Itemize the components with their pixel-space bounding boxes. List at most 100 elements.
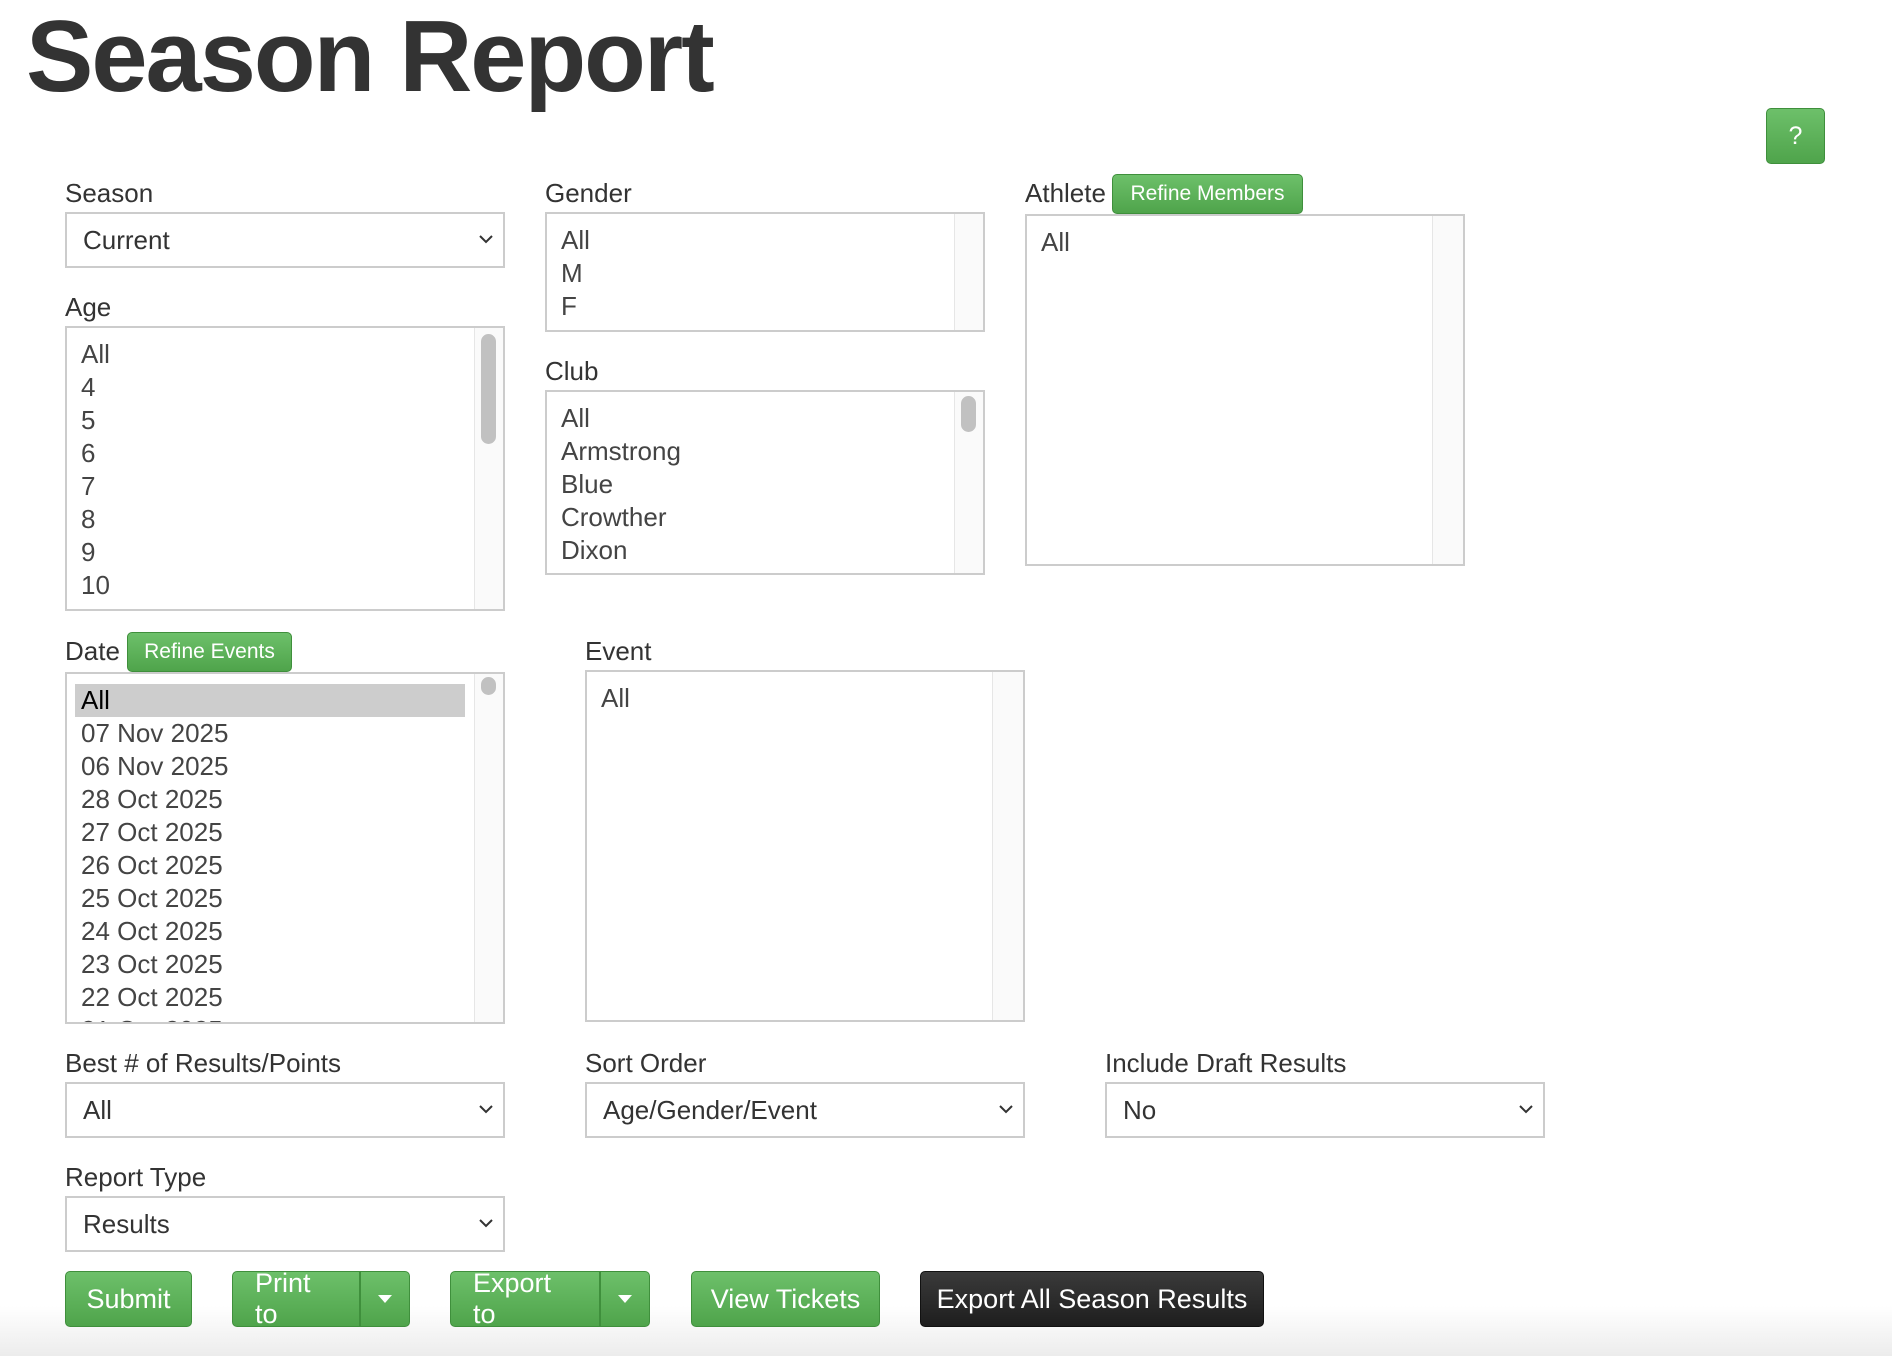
include-draft-select[interactable]: No (1105, 1082, 1545, 1138)
best-results-value: All (83, 1094, 112, 1125)
club-option[interactable]: Blue (559, 468, 947, 501)
print-to-dropdown-toggle[interactable] (360, 1271, 410, 1327)
event-label: Event (585, 636, 652, 666)
athlete-listbox[interactable]: All (1025, 214, 1465, 566)
report-type-value: Results (83, 1208, 170, 1239)
season-select-value: Current (83, 224, 170, 255)
gender-scrollbar[interactable] (954, 214, 983, 330)
date-option[interactable]: 22 Oct 2025 (75, 981, 465, 1014)
club-listbox[interactable]: All Armstrong Blue Crowther Dixon Fairwe… (545, 390, 985, 575)
export-all-season-results-button[interactable]: Export All Season Results (920, 1271, 1264, 1327)
season-select[interactable]: Current (65, 212, 505, 268)
date-option[interactable]: 28 Oct 2025 (75, 783, 465, 816)
export-to-dropdown-toggle[interactable] (600, 1271, 650, 1327)
club-option[interactable]: All (559, 402, 947, 435)
gender-label: Gender (545, 178, 632, 208)
page-title: Season Report (26, 1, 715, 113)
include-draft-label: Include Draft Results (1105, 1048, 1347, 1078)
season-label: Season (65, 178, 154, 208)
date-option[interactable]: 23 Oct 2025 (75, 948, 465, 981)
age-option[interactable]: 9 (79, 536, 467, 569)
age-option[interactable]: 5 (79, 404, 467, 437)
print-to-button[interactable]: Print to (232, 1268, 360, 1329)
view-tickets-label: View Tickets (710, 1283, 861, 1314)
club-option[interactable]: Fairweather (559, 567, 947, 573)
age-option[interactable]: 4 (79, 371, 467, 404)
caret-down-icon (378, 1295, 392, 1303)
export-all-label: Export All Season Results (936, 1283, 1248, 1314)
event-option[interactable]: All (599, 682, 987, 715)
club-scrollbar[interactable] (954, 392, 983, 573)
export-to-label: Export to (473, 1268, 552, 1329)
chevron-down-icon (479, 235, 493, 244)
print-to-split-button: Print to (232, 1268, 410, 1329)
gender-listbox[interactable]: All M F (545, 212, 985, 332)
athlete-option[interactable]: All (1039, 226, 1427, 259)
chevron-down-icon (479, 1105, 493, 1114)
date-scrollbar-thumb[interactable] (481, 677, 496, 695)
chevron-down-icon (479, 1219, 493, 1228)
club-option[interactable]: Crowther (559, 501, 947, 534)
help-button-label: ? (1788, 121, 1803, 150)
date-listbox[interactable]: All 07 Nov 2025 06 Nov 2025 28 Oct 2025 … (65, 672, 505, 1024)
best-results-label: Best # of Results/Points (65, 1048, 342, 1078)
print-to-label: Print to (255, 1268, 311, 1329)
date-label: Date (65, 636, 120, 666)
chevron-down-icon (1519, 1105, 1533, 1114)
age-option[interactable]: 8 (79, 503, 467, 536)
age-scrollbar[interactable] (474, 328, 503, 609)
sort-order-value: Age/Gender/Event (603, 1094, 817, 1125)
export-to-button[interactable]: Export to (450, 1268, 600, 1329)
date-option[interactable]: 21 Oct 2025 (75, 1014, 465, 1022)
age-label: Age (65, 292, 112, 322)
athlete-scrollbar[interactable] (1432, 216, 1463, 564)
gender-options: All M F (559, 224, 947, 323)
sort-order-label: Sort Order (585, 1048, 707, 1078)
report-type-label: Report Type (65, 1162, 207, 1192)
club-option[interactable]: Armstrong (559, 435, 947, 468)
date-option[interactable]: 24 Oct 2025 (75, 915, 465, 948)
refine-events-button[interactable]: Refine Events (127, 632, 292, 672)
age-option[interactable]: 11 (79, 602, 467, 609)
sort-order-select[interactable]: Age/Gender/Event (585, 1082, 1025, 1138)
date-option-selected[interactable]: All (75, 684, 465, 717)
age-option[interactable]: All (79, 338, 467, 371)
age-listbox[interactable]: All 4 5 6 7 8 9 10 11 (65, 326, 505, 611)
help-button[interactable]: ? (1766, 108, 1825, 164)
include-draft-value: No (1123, 1094, 1157, 1125)
event-listbox[interactable]: All (585, 670, 1025, 1022)
date-option[interactable]: 25 Oct 2025 (75, 882, 465, 915)
event-options: All (599, 682, 987, 715)
view-tickets-button[interactable]: View Tickets (691, 1271, 880, 1327)
best-results-select[interactable]: All (65, 1082, 505, 1138)
caret-down-icon (618, 1295, 632, 1303)
export-to-split-button: Export to (450, 1268, 650, 1329)
club-label: Club (545, 356, 599, 386)
event-scrollbar[interactable] (992, 672, 1023, 1020)
athlete-options: All (1039, 226, 1427, 259)
date-option[interactable]: 27 Oct 2025 (75, 816, 465, 849)
refine-members-label: Refine Members (1130, 182, 1285, 205)
club-scrollbar-thumb[interactable] (961, 396, 976, 432)
date-option[interactable]: 26 Oct 2025 (75, 849, 465, 882)
gender-option[interactable]: All (559, 224, 947, 257)
gender-option[interactable]: M (559, 257, 947, 290)
club-options: All Armstrong Blue Crowther Dixon Fairwe… (559, 402, 947, 573)
age-scrollbar-thumb[interactable] (481, 334, 496, 444)
date-option[interactable]: 07 Nov 2025 (75, 717, 465, 750)
gender-option[interactable]: F (559, 290, 947, 323)
date-scrollbar[interactable] (474, 674, 503, 1022)
date-option[interactable]: 06 Nov 2025 (75, 750, 465, 783)
age-option[interactable]: 10 (79, 569, 467, 602)
age-options: All 4 5 6 7 8 9 10 11 (79, 338, 467, 609)
age-option[interactable]: 7 (79, 470, 467, 503)
chevron-down-icon (999, 1105, 1013, 1114)
date-options: All 07 Nov 2025 06 Nov 2025 28 Oct 2025 … (75, 684, 465, 1022)
submit-button-label: Submit (86, 1283, 171, 1314)
submit-button[interactable]: Submit (65, 1271, 192, 1327)
refine-events-label: Refine Events (144, 640, 275, 663)
refine-members-button[interactable]: Refine Members (1112, 174, 1303, 214)
club-option[interactable]: Dixon (559, 534, 947, 567)
report-type-select[interactable]: Results (65, 1196, 505, 1252)
age-option[interactable]: 6 (79, 437, 467, 470)
